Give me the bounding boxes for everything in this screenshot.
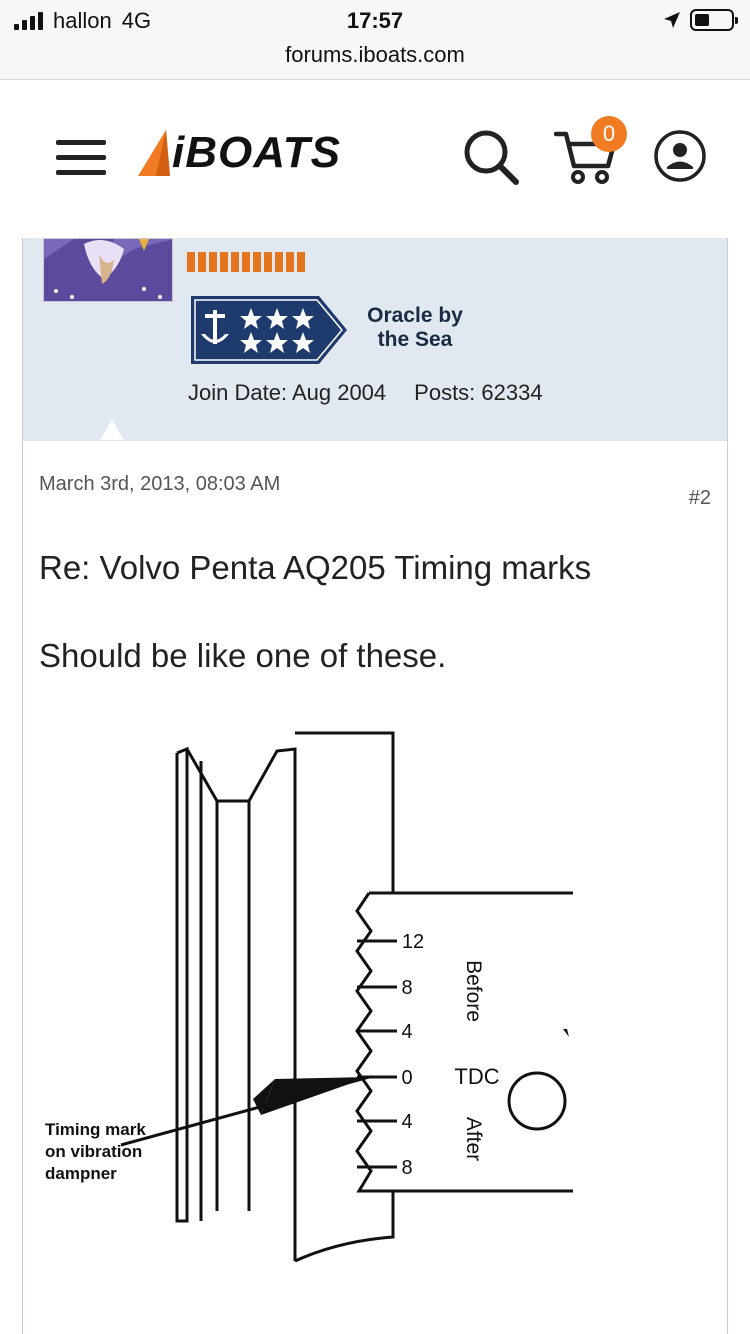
timing-mark-diagram[interactable]: 12 8 4 0 4 8 TDC Before After Timing mar… — [39, 721, 579, 1281]
callout-text-line1: Timing mark — [45, 1120, 146, 1139]
rank-title-line1: Oracle by — [367, 304, 463, 327]
site-header: iBOATS 0 — [0, 80, 750, 238]
after-label: After — [462, 1117, 485, 1161]
before-label: Before — [462, 960, 485, 1022]
rank-title-line2: the Sea — [377, 328, 453, 351]
tdc-label: TDC — [454, 1064, 499, 1089]
scale-label: 4 — [401, 1111, 412, 1133]
rank-badge-icon — [191, 296, 347, 364]
rank-title: Oracle by the Sea — [345, 304, 485, 352]
post-title: Re: Volvo Penta AQ205 Timing marks — [39, 549, 592, 586]
user-stats: Join Date: Aug 2004 Posts: 62334 — [188, 380, 543, 406]
scale-label: 8 — [401, 977, 412, 999]
cart-count-badge[interactable]: 0 — [591, 116, 627, 152]
url-bar[interactable]: forums.iboats.com — [0, 42, 750, 68]
forum-post: March 3rd, 2013, 08:03 AM #2 Re: Volvo P… — [22, 440, 728, 1334]
post-pointer — [100, 420, 124, 440]
battery-icon — [690, 9, 738, 31]
scale-label: 8 — [401, 1157, 412, 1179]
post-number-link[interactable]: #2 — [689, 487, 711, 510]
wizard-avatar-image — [44, 239, 172, 301]
user-avatar[interactable] — [43, 238, 173, 302]
clock: 17:57 — [346, 8, 404, 33]
status-bar: hallon 4G 17:57 forums.iboats.com — [0, 0, 750, 80]
post-body: Should be like one of these. — [39, 637, 447, 674]
callout-text-line2: on vibration — [45, 1142, 142, 1161]
account-icon[interactable] — [652, 128, 708, 184]
logo-text: iBOATS — [172, 128, 341, 177]
join-date: Join Date: Aug 2004 — [188, 380, 387, 405]
scale-label: 12 — [402, 931, 424, 953]
scale-label: 4 — [401, 1021, 412, 1043]
location-arrow-icon — [664, 12, 680, 28]
callout-text-line3: dampner — [45, 1164, 117, 1183]
sail-icon — [138, 130, 170, 176]
site-logo[interactable]: iBOATS — [136, 126, 341, 178]
scale-label: 0 — [401, 1067, 412, 1089]
search-icon[interactable] — [462, 128, 522, 188]
status-icons — [662, 9, 738, 31]
post-count: Posts: 62334 — [414, 380, 543, 405]
reputation-bar — [187, 252, 305, 272]
post-date: March 3rd, 2013, 08:03 AM — [39, 473, 281, 495]
user-profile-card: Oracle by the Sea Join Date: Aug 2004 Pos… — [22, 238, 728, 440]
menu-icon[interactable] — [56, 140, 106, 176]
